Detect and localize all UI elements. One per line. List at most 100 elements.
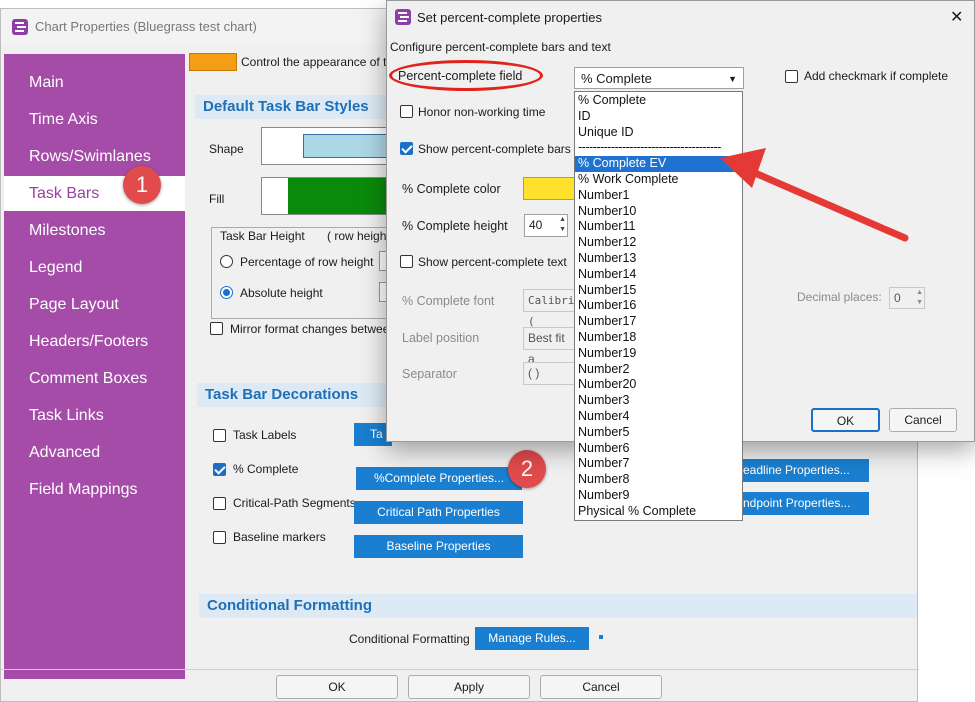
- option-number14[interactable]: Number14: [575, 267, 742, 283]
- sidebar-item-advanced[interactable]: Advanced: [4, 435, 185, 470]
- option-unique-id[interactable]: Unique ID: [575, 125, 742, 141]
- option-number16[interactable]: Number16: [575, 298, 742, 314]
- baseline-label: Baseline markers: [233, 530, 326, 544]
- mirror-checkbox[interactable]: [210, 322, 223, 335]
- honor-nonworking-label: Honor non-working time: [418, 105, 546, 119]
- main-window-title: Chart Properties (Bluegrass test chart): [35, 19, 257, 34]
- task-labels-checkbox[interactable]: [213, 429, 226, 442]
- step-badge-2: 2: [508, 450, 546, 488]
- dialog-subtitle: Configure percent-complete bars and text: [390, 40, 611, 54]
- separator-field[interactable]: ( ): [523, 362, 575, 385]
- option-physical-percent-complete[interactable]: Physical % Complete: [575, 504, 742, 520]
- sidebar-item-main[interactable]: Main: [4, 65, 185, 100]
- complete-color-swatch[interactable]: [523, 177, 575, 200]
- critical-path-properties-button[interactable]: Critical Path Properties: [354, 501, 523, 524]
- baseline-properties-button[interactable]: Baseline Properties: [354, 535, 523, 558]
- percentage-label: Percentage of row height: [240, 255, 374, 269]
- option-number3[interactable]: Number3: [575, 393, 742, 409]
- task-labels-label: Task Labels: [233, 428, 297, 442]
- dialog-title: Set percent-complete properties: [417, 10, 602, 25]
- option-number8[interactable]: Number8: [575, 472, 742, 488]
- option-id[interactable]: ID: [575, 109, 742, 125]
- complete-font-field[interactable]: Calibri (: [523, 289, 575, 328]
- option-number20[interactable]: Number20: [575, 377, 742, 393]
- sidebar-item-comment-boxes[interactable]: Comment Boxes: [4, 361, 185, 396]
- manage-rules-button[interactable]: Manage Rules...: [475, 627, 589, 650]
- spinner-icon[interactable]: ▲ ▼: [559, 215, 566, 235]
- show-bars-label: Show percent-complete bars: [418, 142, 571, 156]
- sidebar-item-legend[interactable]: Legend: [4, 250, 185, 285]
- chevron-down-icon: ▼: [728, 74, 737, 84]
- sidebar-item-rows-swimlanes[interactable]: Rows/Swimlanes: [4, 139, 185, 174]
- option-number6[interactable]: Number6: [575, 441, 742, 457]
- endpoint-properties-button[interactable]: ndpoint Properties...: [743, 492, 869, 515]
- fill-label: Fill: [209, 192, 225, 206]
- bar-color-swatch[interactable]: [189, 53, 237, 71]
- label-position-field[interactable]: Best fit a: [523, 327, 575, 366]
- conditional-label: Conditional Formatting: [349, 632, 470, 646]
- percent-field-value: % Complete: [581, 71, 652, 86]
- option-number13[interactable]: Number13: [575, 251, 742, 267]
- sidebar-item-milestones[interactable]: Milestones: [4, 213, 185, 248]
- annotation-oval: [389, 60, 543, 91]
- decimal-spinner-icon[interactable]: ▲ ▼: [916, 288, 923, 308]
- dialog-ok-button[interactable]: OK: [811, 408, 880, 432]
- decimal-places-label: Decimal places:: [797, 290, 882, 304]
- sidebar-item-page-layout[interactable]: Page Layout: [4, 287, 185, 322]
- critical-path-checkbox[interactable]: [213, 497, 226, 510]
- honor-nonworking-checkbox[interactable]: [400, 105, 413, 118]
- main-ok-button[interactable]: OK: [276, 675, 398, 699]
- percentage-radio[interactable]: [220, 255, 233, 268]
- show-bars-checkbox[interactable]: [400, 142, 413, 155]
- option-number17[interactable]: Number17: [575, 314, 742, 330]
- fill-preview[interactable]: [261, 177, 389, 215]
- option-number18[interactable]: Number18: [575, 330, 742, 346]
- baseline-checkbox[interactable]: [213, 531, 226, 544]
- separator-label: Separator: [402, 367, 457, 381]
- step-badge-1: 1: [123, 166, 161, 204]
- percent-field-select[interactable]: % Complete ▼: [574, 67, 744, 89]
- add-checkmark-label: Add checkmark if complete: [804, 69, 949, 83]
- shape-preview[interactable]: [261, 127, 393, 165]
- task-bar-height-label: Task Bar Height: [220, 229, 305, 243]
- absolute-radio[interactable]: [220, 286, 233, 299]
- conditional-heading: Conditional Formatting: [199, 594, 917, 618]
- sidebar-item-field-mappings[interactable]: Field Mappings: [4, 472, 185, 507]
- option-number4[interactable]: Number4: [575, 409, 742, 425]
- close-icon[interactable]: ✕: [950, 7, 963, 27]
- percent-complete-checkbox[interactable]: [213, 463, 226, 476]
- complete-font-label: % Complete font: [402, 294, 495, 308]
- percent-complete-properties-button[interactable]: %Complete Properties...: [356, 467, 522, 490]
- dialog-app-icon: [395, 9, 411, 25]
- main-apply-button[interactable]: Apply: [408, 675, 530, 699]
- label-position-label: Label position: [402, 331, 480, 345]
- main-cancel-button[interactable]: Cancel: [540, 675, 662, 699]
- complete-height-input[interactable]: 40 ▲ ▼: [524, 214, 568, 237]
- option-number19[interactable]: Number19: [575, 346, 742, 362]
- sidebar: Main Time Axis Rows/Swimlanes Task Bars …: [4, 54, 185, 679]
- option-number5[interactable]: Number5: [575, 425, 742, 441]
- decimal-places-value: 0: [894, 291, 901, 305]
- annotation-arrow-icon: [720, 148, 909, 242]
- option-number2[interactable]: Number2: [575, 362, 742, 378]
- option-number9[interactable]: Number9: [575, 488, 742, 504]
- rules-indicator-icon: [599, 635, 603, 639]
- option-percent-complete[interactable]: % Complete: [575, 93, 742, 109]
- complete-height-value: 40: [529, 218, 543, 232]
- mirror-label: Mirror format changes between: [230, 322, 397, 336]
- decimal-places-input[interactable]: 0 ▲ ▼: [889, 287, 925, 309]
- percent-complete-label: % Complete: [233, 462, 299, 476]
- sidebar-item-time-axis[interactable]: Time Axis: [4, 102, 185, 137]
- add-checkmark-checkbox[interactable]: [785, 70, 798, 83]
- deadline-properties-button[interactable]: eadline Properties...: [743, 459, 869, 482]
- app-icon: [12, 19, 28, 35]
- dialog-cancel-button[interactable]: Cancel: [889, 408, 957, 432]
- show-text-checkbox[interactable]: [400, 255, 413, 268]
- sidebar-item-headers-footers[interactable]: Headers/Footers: [4, 324, 185, 359]
- critical-path-label: Critical-Path Segments: [233, 496, 356, 510]
- complete-color-label: % Complete color: [402, 182, 501, 196]
- option-number15[interactable]: Number15: [575, 283, 742, 299]
- option-number7[interactable]: Number7: [575, 456, 742, 472]
- footer-divider: [1, 669, 919, 670]
- sidebar-item-task-links[interactable]: Task Links: [4, 398, 185, 433]
